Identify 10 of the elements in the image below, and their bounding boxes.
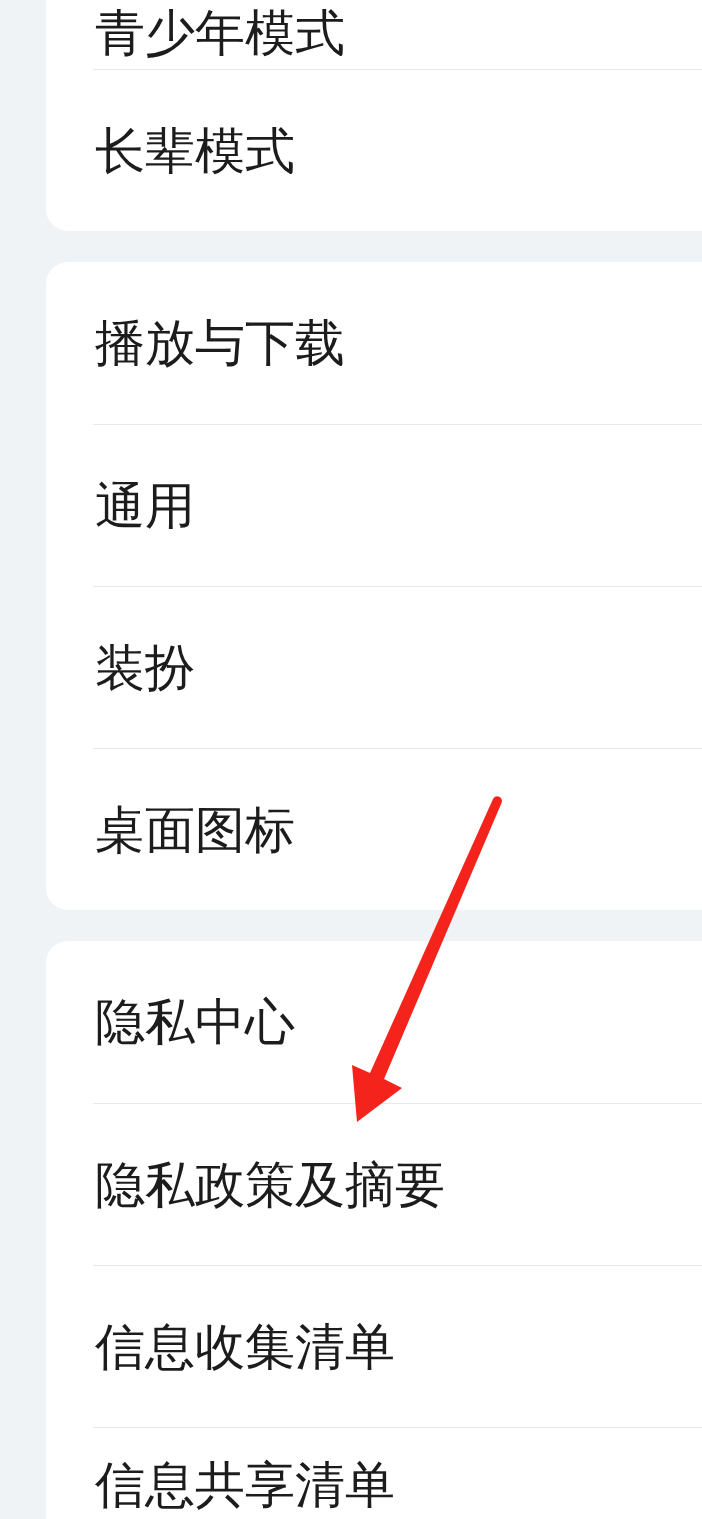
settings-item[interactable]: 播放与下载 [95, 318, 345, 368]
settings-item[interactable]: 通用 [95, 480, 195, 531]
settings-item[interactable]: 桌面图标 [95, 804, 295, 855]
settings-item[interactable]: 隐私政策及摘要 [95, 1159, 445, 1210]
settings-item[interactable]: 青少年模式 [95, 8, 345, 58]
settings-item[interactable]: 隐私中心 [95, 997, 295, 1047]
settings-item[interactable]: 长辈模式 [95, 125, 295, 176]
settings-item[interactable]: 装扮 [95, 642, 195, 693]
settings-item[interactable]: 信息收集清单 [95, 1321, 395, 1372]
settings-item[interactable]: 信息共享清单 [95, 1460, 395, 1510]
